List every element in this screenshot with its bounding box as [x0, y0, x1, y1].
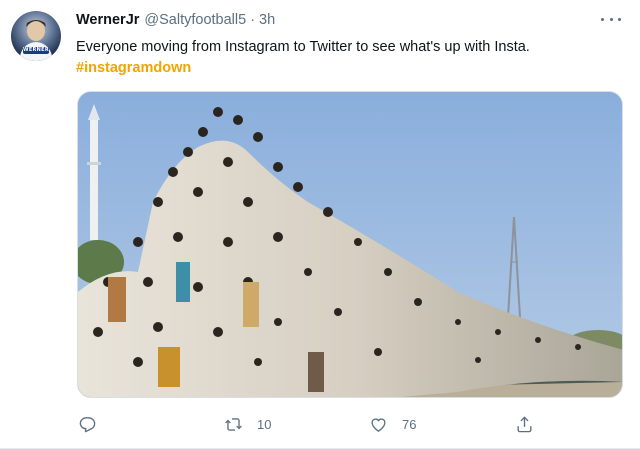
user-handle[interactable]: @Saltyfootball5 — [144, 12, 246, 28]
minaret — [90, 120, 98, 240]
more-dot — [618, 17, 621, 21]
like-button[interactable]: 76 — [369, 412, 416, 436]
retweet-button[interactable]: 10 — [224, 412, 271, 436]
like-count: 76 — [402, 416, 417, 432]
more-dot — [601, 17, 604, 21]
retweet-count: 10 — [257, 416, 272, 432]
tweet-actions: 10 76 — [76, 412, 546, 436]
tweet[interactable]: WERNER WernerJr @Saltyfootball5 · 3h Eve… — [0, 0, 640, 449]
avatar-badge: WERNER — [23, 47, 50, 54]
avatar[interactable]: WERNER — [11, 11, 61, 61]
reply-button[interactable] — [78, 412, 97, 436]
display-name[interactable]: WernerJr — [76, 12, 139, 28]
tweet-photo[interactable] — [77, 91, 623, 398]
separator-dot: · — [250, 12, 256, 28]
tweet-text: Everyone moving from Instagram to Twitte… — [76, 39, 530, 55]
hashtag-link[interactable]: #instagramdown — [76, 58, 191, 79]
share-button[interactable] — [515, 412, 534, 436]
crowded-train-photo — [78, 92, 622, 397]
reply-icon — [79, 416, 96, 432]
heart-icon — [371, 417, 386, 432]
more-dot — [609, 17, 613, 21]
share-icon — [517, 415, 532, 432]
tweet-header: WernerJr @Saltyfootball5 · 3h — [76, 11, 275, 29]
more-options-icon[interactable] — [601, 12, 621, 26]
timestamp[interactable]: 3h — [259, 12, 275, 28]
retweet-icon — [225, 417, 242, 431]
